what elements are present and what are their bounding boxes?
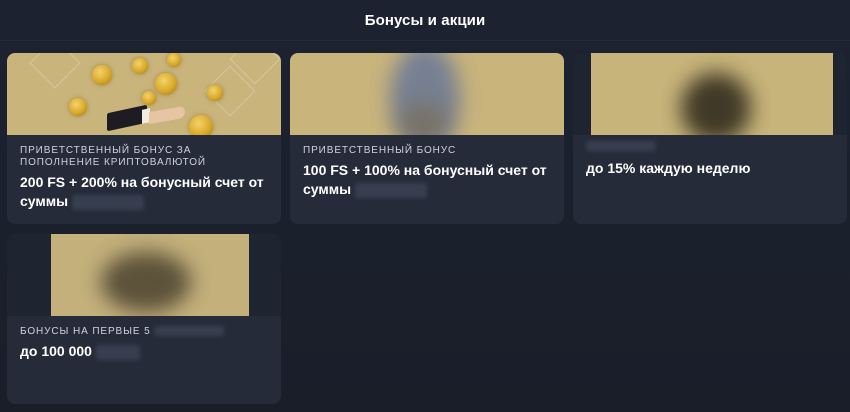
coin-icon <box>142 91 156 105</box>
page-title: Бонусы и акции <box>364 11 486 29</box>
redacted-label <box>586 141 656 152</box>
bonus-card-weekly[interactable]: до 15% каждую неделю <box>573 53 847 224</box>
coin-icon <box>207 85 223 101</box>
coin-icon <box>69 98 87 116</box>
bonus-card-image <box>7 53 281 135</box>
bonus-card-image <box>573 53 847 135</box>
coin-icon <box>155 73 177 95</box>
bonus-card-welcome[interactable]: Приветственный бонус 100 FS + 100% на бо… <box>290 53 564 224</box>
bonuses-page: Бонусы и акции Приветственный бонус за п… <box>0 0 850 412</box>
bonus-card-label: Бонусы на первые 5 <box>20 326 269 338</box>
coin-icon <box>189 115 213 135</box>
coin-icon <box>92 65 112 85</box>
bonus-card-title: до 100 000 <box>20 342 269 361</box>
hand-icon <box>107 104 147 132</box>
bonus-card-title: до 15% каждую неделю <box>586 160 751 176</box>
bonus-card-title: 200 FS + 200% на бонусный счет от суммы <box>20 174 264 210</box>
bonus-card-crypto[interactable]: Приветственный бонус за пополнение крипт… <box>7 53 281 224</box>
bonus-card-first-five[interactable]: Бонусы на первые 5 до 100 000 <box>7 234 281 404</box>
bonus-card-image <box>290 53 564 135</box>
bonus-card-label: Приветственный бонус <box>303 145 457 156</box>
page-header: Бонусы и акции <box>0 0 850 41</box>
bonus-card-label <box>586 141 835 153</box>
bonus-card-title: 100 FS + 100% на бонусный счет от суммы <box>303 162 547 198</box>
coin-icon <box>167 53 181 67</box>
redacted-label <box>154 326 225 337</box>
redacted-amount <box>95 344 140 360</box>
redacted-amount <box>354 182 427 198</box>
coin-icon <box>132 58 148 74</box>
bonus-card-label: Приветственный бонус за пополнение крипт… <box>20 145 206 168</box>
redacted-amount <box>71 194 144 210</box>
bonus-card-image <box>7 234 281 316</box>
